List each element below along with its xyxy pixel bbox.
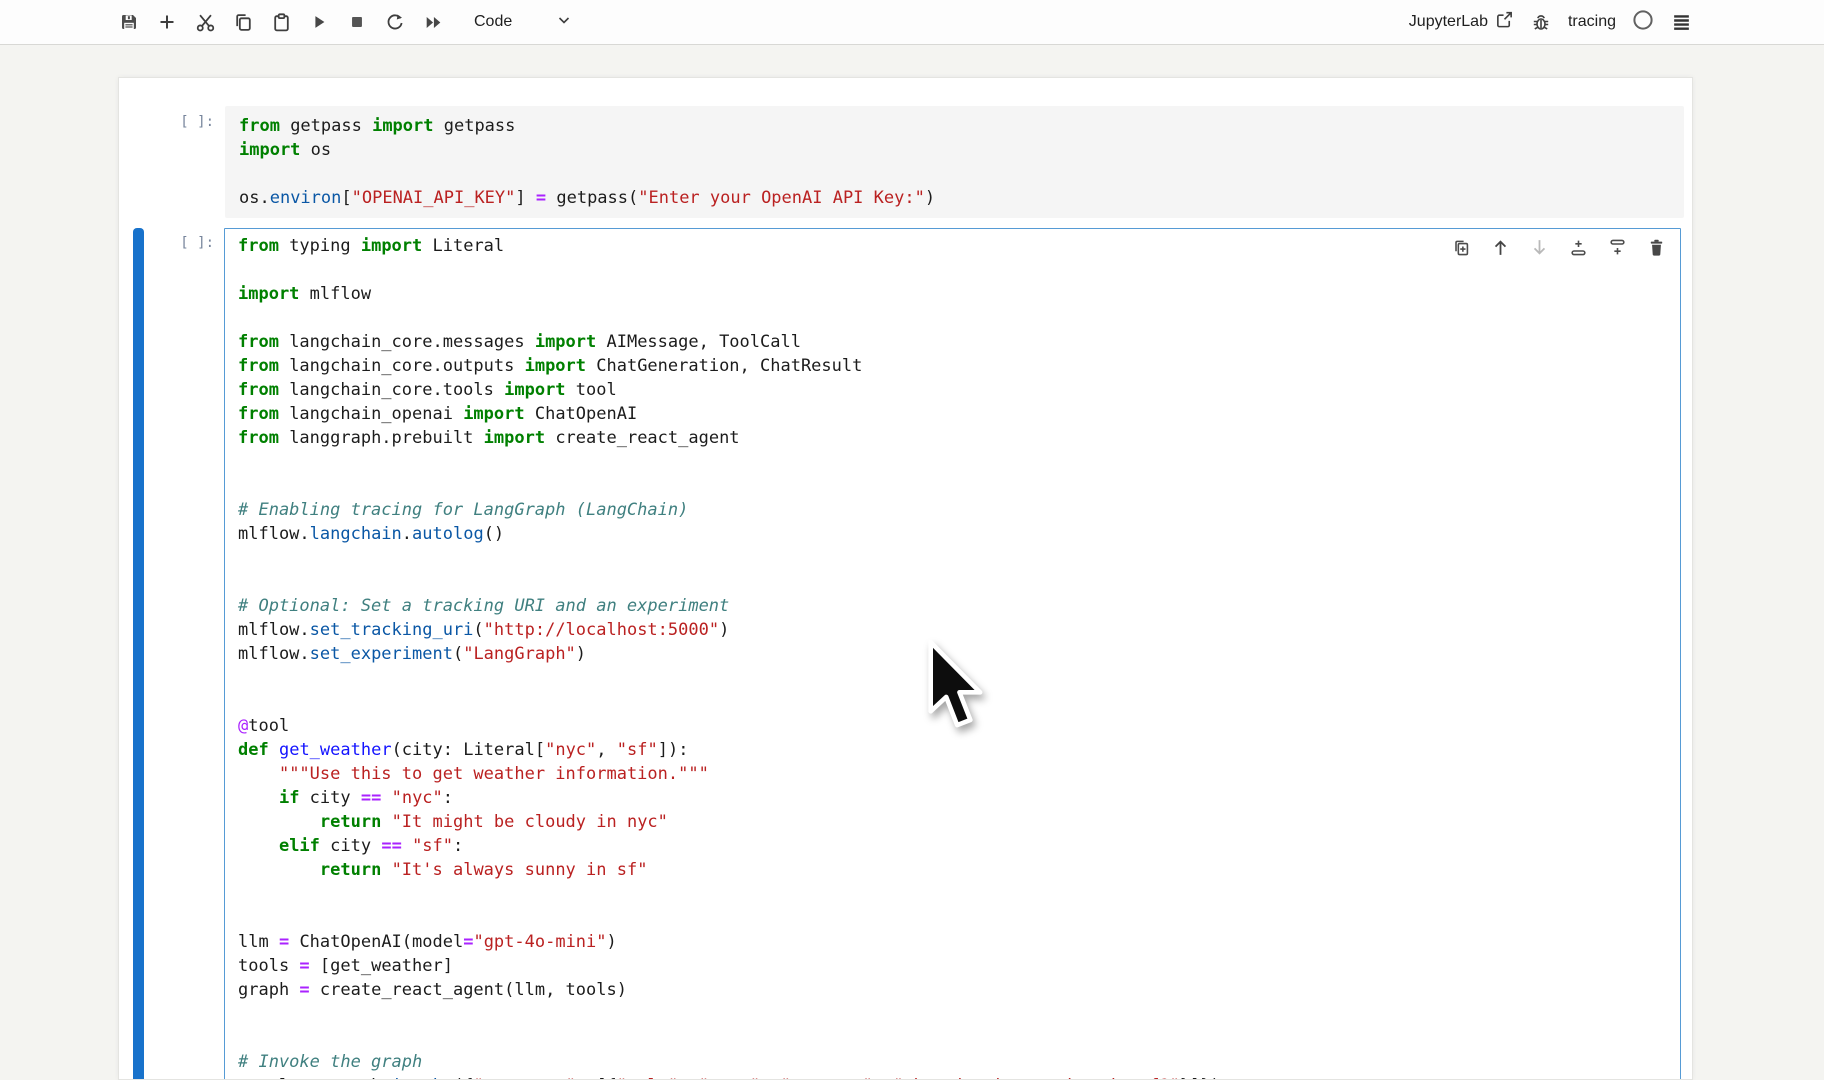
insert-cell-above-icon[interactable] bbox=[1568, 237, 1588, 257]
cell-toolbar bbox=[1451, 237, 1666, 257]
notebook-document: [ ]: from getpass import getpass import o… bbox=[118, 77, 1693, 1080]
run-all-cells-icon[interactable] bbox=[422, 11, 444, 33]
code-line: graph = create_react_agent(llm, tools) bbox=[238, 980, 627, 1000]
menu-icon[interactable] bbox=[1670, 11, 1692, 33]
cell-2-editor[interactable]: from typing import Literal import mlflow f… bbox=[224, 228, 1681, 1079]
restart-kernel-icon[interactable] bbox=[384, 11, 406, 33]
code-line: mlflow.langchain.autolog() bbox=[238, 524, 505, 544]
code-line: mlflow.set_experiment("LangGraph") bbox=[238, 644, 587, 664]
code-line: mlflow.set_tracking_uri("http://localhos… bbox=[238, 620, 730, 640]
code-line: os.environ["OPENAI_API_KEY"] = getpass("… bbox=[239, 188, 936, 208]
code-line: return "It's always sunny in sf" bbox=[319, 860, 648, 880]
code-line: # Invoke the graph bbox=[238, 1052, 423, 1072]
cell-1-editor[interactable]: from getpass import getpass import os os.e… bbox=[225, 106, 1684, 218]
save-icon[interactable] bbox=[118, 11, 140, 33]
code-line: def get_weather(city: Literal["nyc", "sf… bbox=[238, 740, 689, 760]
code-line: # Optional: Set a tracking URI and an ex… bbox=[238, 596, 730, 616]
cell-1-input-prompt: [ ]: bbox=[180, 114, 214, 130]
cut-cells-icon[interactable] bbox=[194, 11, 216, 33]
toolbar-left-group: Code bbox=[118, 0, 572, 44]
move-cell-up-icon[interactable] bbox=[1490, 237, 1510, 257]
code-line: from langgraph.prebuilt import create_re… bbox=[238, 428, 740, 448]
insert-cell-below-icon[interactable] bbox=[1607, 237, 1627, 257]
code-line: llm = ChatOpenAI(model="gpt-4o-mini") bbox=[238, 932, 617, 952]
debug-icon[interactable] bbox=[1530, 11, 1552, 33]
code-line: from langchain_core.messages import AIMe… bbox=[238, 332, 801, 352]
jupyterlab-label: JupyterLab bbox=[1408, 13, 1488, 30]
move-cell-down-icon[interactable] bbox=[1529, 237, 1549, 257]
code-line: @tool bbox=[238, 716, 290, 736]
delete-cell-icon[interactable] bbox=[1646, 237, 1666, 257]
stop-kernel-icon[interactable] bbox=[346, 11, 368, 33]
code-line: import os bbox=[239, 140, 332, 160]
code-line: # Enabling tracing for LangGraph (LangCh… bbox=[238, 500, 689, 520]
code-line: return "It might be cloudy in nyc" bbox=[319, 812, 668, 832]
jupyterlab-link[interactable]: JupyterLab bbox=[1409, 10, 1514, 34]
code-line: elif city == "sf": bbox=[278, 836, 464, 856]
code-line: from langchain_core.outputs import ChatG… bbox=[238, 356, 863, 376]
code-line: if city == "nyc": bbox=[278, 788, 454, 808]
duplicate-cell-icon[interactable] bbox=[1451, 237, 1471, 257]
notebook-toolbar: Code JupyterLab tracing bbox=[0, 0, 1824, 45]
code-line: """Use this to get weather information."… bbox=[278, 764, 709, 784]
code-line: result = graph.invoke({"messages": [{"ro… bbox=[238, 1074, 1680, 1079]
cell-2-code: from typing import Literal import mlflow f… bbox=[238, 234, 1680, 1079]
chevron-down-icon bbox=[556, 12, 572, 33]
code-line: from getpass import getpass bbox=[239, 116, 516, 136]
add-cell-icon[interactable] bbox=[156, 11, 178, 33]
code-line: import mlflow bbox=[238, 284, 372, 304]
code-line: from langchain_openai import ChatOpenAI bbox=[238, 404, 638, 424]
external-link-icon bbox=[1495, 10, 1514, 34]
selected-cell-indicator-bar bbox=[133, 228, 144, 1079]
code-line: tools = [get_weather] bbox=[238, 956, 453, 976]
jupyterlab-screen: Code JupyterLab tracing []: from getpas… bbox=[0, 0, 1824, 1080]
cell-1-code: from getpass import getpass import os os.e… bbox=[239, 114, 1684, 210]
copy-cells-icon[interactable] bbox=[232, 11, 254, 33]
code-line: from langchain_core.tools import tool bbox=[238, 380, 617, 400]
cell-type-label: Code bbox=[474, 13, 513, 30]
cell-2-input-prompt: [ ]: bbox=[180, 235, 214, 251]
toolbar-right-group: JupyterLab tracing bbox=[1409, 0, 1692, 44]
cell-type-dropdown[interactable]: Code bbox=[474, 12, 572, 33]
kernel-name-label: tracing bbox=[1567, 13, 1616, 30]
paste-cells-icon[interactable] bbox=[270, 11, 292, 33]
run-cell-icon[interactable] bbox=[308, 11, 330, 33]
kernel-status-icon bbox=[1632, 9, 1654, 36]
